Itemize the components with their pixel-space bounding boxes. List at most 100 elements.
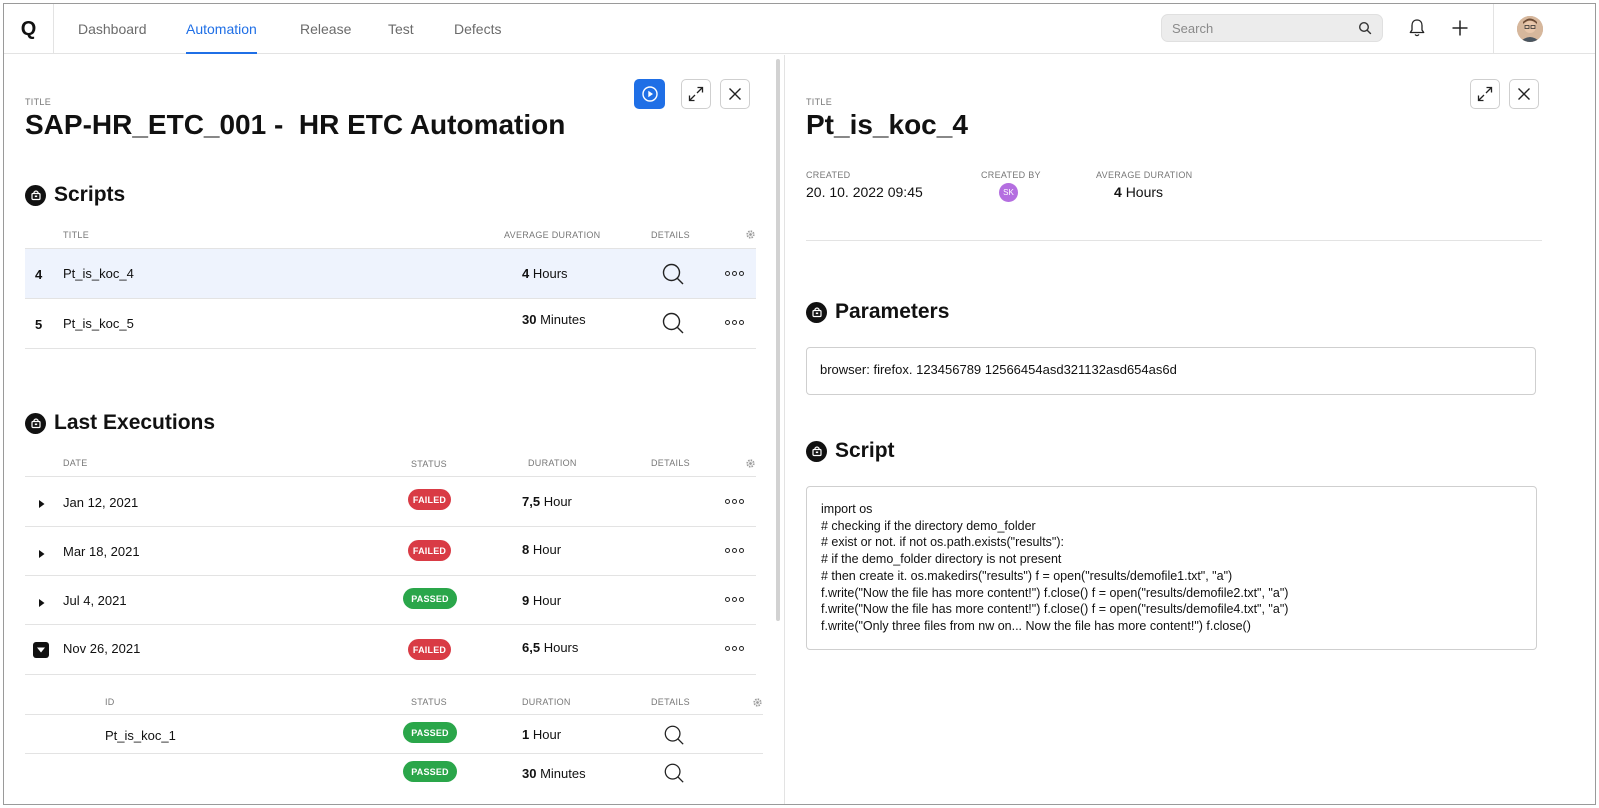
search-details-icon[interactable] bbox=[663, 762, 685, 789]
run-button[interactable] bbox=[634, 79, 665, 109]
script-title: Pt_is_koc_5 bbox=[63, 316, 134, 331]
execution-row[interactable]: Mar 18, 2021 FAILED 8 Hour bbox=[25, 527, 756, 576]
execution-date: Jul 4, 2021 bbox=[63, 593, 127, 608]
duration: 4 Hours bbox=[522, 266, 568, 281]
created-by-label: CREATED BY bbox=[981, 170, 1041, 180]
expand-button[interactable] bbox=[1470, 79, 1500, 109]
bell-icon[interactable] bbox=[1408, 18, 1426, 43]
table-row[interactable]: 4 Pt_is_koc_4 4 Hours bbox=[25, 249, 756, 299]
last-executions-heading-label: Last Executions bbox=[54, 411, 216, 434]
code-line: # then create it. os.makedirs("results")… bbox=[821, 568, 1233, 583]
expand-icon bbox=[1477, 86, 1493, 102]
status-badge: FAILED bbox=[408, 639, 451, 660]
parameters-heading: Parameters bbox=[806, 300, 949, 324]
row-number: 4 bbox=[35, 267, 43, 282]
creator-avatar[interactable]: SK bbox=[999, 183, 1018, 202]
sub-execution-id: Pt_is_koc_1 bbox=[105, 728, 176, 743]
col-details: DETAILS bbox=[651, 458, 690, 468]
col-duration: DURATION bbox=[528, 458, 577, 468]
code-line: # checking if the directory demo_folder bbox=[821, 518, 1036, 533]
execution-date: Nov 26, 2021 bbox=[63, 641, 141, 656]
tab-dashboard[interactable]: Dashboard bbox=[78, 4, 147, 54]
expand-caret-icon[interactable] bbox=[38, 496, 46, 514]
close-button[interactable] bbox=[720, 79, 750, 109]
expand-icon bbox=[688, 86, 704, 102]
status-badge: PASSED bbox=[403, 588, 457, 609]
search-icon[interactable] bbox=[1358, 21, 1372, 40]
search-details-icon[interactable] bbox=[661, 311, 685, 340]
lock-bag-icon bbox=[25, 412, 46, 434]
script-title: Pt_is_koc_4 bbox=[806, 109, 968, 140]
code-line: f.write("Now the file has more content!"… bbox=[821, 585, 1289, 600]
code-line: # if the demo_folder directory is not pr… bbox=[821, 552, 1062, 567]
duration: 1 Hour bbox=[522, 727, 562, 742]
more-options-icon[interactable] bbox=[725, 499, 744, 504]
script-detail-panel: TITLE Pt_is_koc_4 CREATED 20. 10. 2022 0… bbox=[785, 55, 1595, 804]
search-details-icon[interactable] bbox=[661, 262, 685, 291]
col-average-duration: AVERAGE DURATION bbox=[504, 230, 601, 240]
execution-row-expanded[interactable]: Nov 26, 2021 FAILED 6,5 Hours bbox=[25, 625, 756, 675]
more-options-icon[interactable] bbox=[725, 646, 744, 651]
duration: 6,5 Hours bbox=[522, 640, 579, 655]
title-caption: TITLE bbox=[25, 97, 52, 107]
expand-button[interactable] bbox=[681, 79, 711, 109]
automation-detail-panel: TITLE SAP-HR_ETC_001 - HR ETC Automation… bbox=[4, 55, 784, 804]
row-number: 5 bbox=[35, 317, 43, 332]
table-row[interactable]: 5 Pt_is_koc_5 30 Minutes bbox=[25, 299, 756, 349]
col-details: DETAILS bbox=[651, 230, 690, 240]
app-window: Q Dashboard Automation Release Test Defe… bbox=[3, 3, 1596, 805]
user-avatar[interactable] bbox=[1517, 16, 1543, 42]
duration: 30 Minutes bbox=[522, 766, 586, 781]
col-details: DETAILS bbox=[651, 697, 690, 707]
col-id: ID bbox=[105, 697, 115, 707]
expand-caret-icon[interactable] bbox=[38, 546, 46, 564]
sub-execution-row[interactable]: PASSED 30 Minutes bbox=[25, 754, 763, 794]
scrollbar[interactable] bbox=[776, 59, 780, 621]
col-date: DATE bbox=[63, 458, 88, 468]
more-options-icon[interactable] bbox=[725, 548, 744, 553]
parameters-field[interactable]: browser: firefox. 123456789 12566454asd3… bbox=[806, 347, 1536, 395]
collapse-caret-icon[interactable] bbox=[33, 642, 49, 658]
more-options-icon[interactable] bbox=[725, 271, 744, 276]
tab-release[interactable]: Release bbox=[300, 4, 351, 54]
lock-bag-icon bbox=[806, 440, 827, 462]
plus-icon[interactable] bbox=[1451, 19, 1469, 42]
avatar-area bbox=[1493, 4, 1595, 54]
page-title: SAP-HR_ETC_001 - HR ETC Automation bbox=[25, 109, 566, 140]
search-input[interactable] bbox=[1162, 15, 1352, 41]
settings-gear-icon[interactable] bbox=[745, 456, 756, 474]
sub-execution-row[interactable]: Pt_is_koc_1 PASSED 1 Hour bbox=[25, 715, 763, 754]
close-button[interactable] bbox=[1509, 79, 1539, 109]
tab-automation[interactable]: Automation bbox=[186, 4, 257, 54]
settings-gear-icon[interactable] bbox=[752, 695, 763, 713]
more-options-icon[interactable] bbox=[725, 597, 744, 602]
scripts-heading: Scripts bbox=[25, 183, 125, 207]
code-line: import os bbox=[821, 502, 873, 516]
script-heading: Script bbox=[806, 439, 895, 463]
status-badge: FAILED bbox=[408, 540, 451, 561]
more-options-icon[interactable] bbox=[725, 320, 744, 325]
execution-row[interactable]: Jan 12, 2021 FAILED 7,5 Hour bbox=[25, 477, 756, 527]
scripts-heading-label: Scripts bbox=[54, 183, 126, 206]
lock-bag-icon bbox=[806, 301, 827, 323]
expand-caret-icon[interactable] bbox=[38, 595, 46, 613]
top-navigation: Q Dashboard Automation Release Test Defe… bbox=[4, 4, 1595, 54]
script-code-field[interactable]: import os # checking if the directory de… bbox=[806, 486, 1537, 650]
col-status: STATUS bbox=[411, 697, 447, 707]
created-value: 20. 10. 2022 09:45 bbox=[806, 184, 923, 200]
settings-gear-icon[interactable] bbox=[745, 227, 756, 245]
logo[interactable]: Q bbox=[4, 4, 54, 54]
col-duration: DURATION bbox=[522, 697, 571, 707]
divider bbox=[806, 240, 1542, 241]
close-icon bbox=[729, 88, 741, 100]
execution-row[interactable]: Jul 4, 2021 PASSED 9 Hour bbox=[25, 576, 756, 625]
status-badge: FAILED bbox=[408, 489, 451, 510]
tab-defects[interactable]: Defects bbox=[454, 4, 501, 54]
search-details-icon[interactable] bbox=[663, 724, 685, 751]
script-heading-label: Script bbox=[835, 439, 895, 462]
tab-test[interactable]: Test bbox=[388, 4, 414, 54]
status-badge: PASSED bbox=[403, 761, 457, 782]
execution-date: Mar 18, 2021 bbox=[63, 544, 140, 559]
duration: 9 Hour bbox=[522, 593, 562, 608]
script-title: Pt_is_koc_4 bbox=[63, 266, 134, 281]
